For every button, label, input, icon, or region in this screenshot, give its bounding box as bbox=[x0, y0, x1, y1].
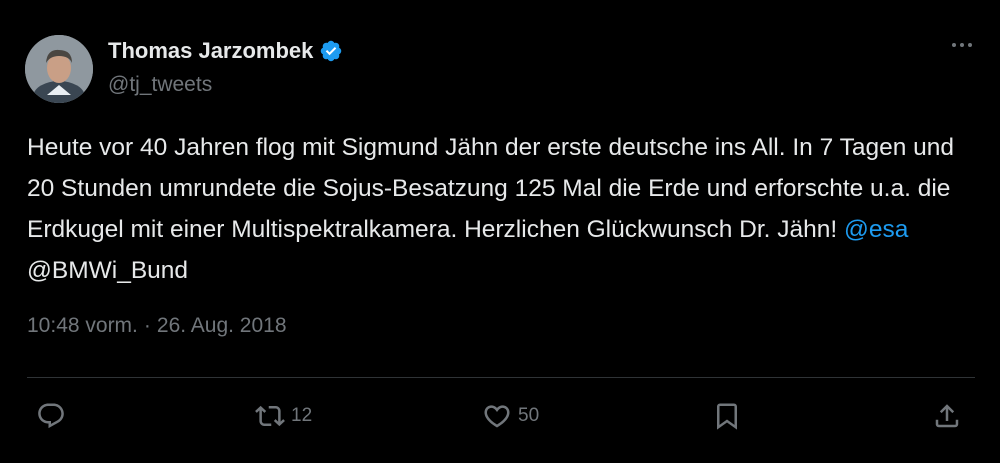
tweet-text-segment: @BMWi_Bund bbox=[27, 257, 189, 284]
like-button[interactable]: 50 bbox=[482, 392, 539, 440]
share-button[interactable] bbox=[932, 392, 962, 440]
tweet-time[interactable]: 10:48 vorm. bbox=[27, 314, 138, 338]
action-bar: 12 50 bbox=[27, 392, 975, 440]
retweet-button[interactable]: 12 bbox=[255, 392, 312, 440]
verified-badge-icon bbox=[319, 39, 343, 63]
tweet-card: Thomas Jarzombek @tj_tweets Heute vor 40… bbox=[0, 0, 1000, 463]
retweet-count: 12 bbox=[291, 405, 313, 426]
bookmark-icon bbox=[712, 401, 742, 431]
reply-button[interactable] bbox=[36, 392, 66, 440]
author-name-row: Thomas Jarzombek bbox=[108, 38, 343, 64]
tweet-text: Heute vor 40 Jahren flog mit Sigmund Jäh… bbox=[27, 127, 967, 291]
tweet-text-segment: Heute vor 40 Jahren flog mit Sigmund Jäh… bbox=[27, 134, 955, 243]
retweet-icon bbox=[255, 401, 285, 431]
timestamp-separator: · bbox=[143, 314, 151, 337]
reply-icon bbox=[36, 401, 66, 431]
avatar-photo-icon bbox=[25, 35, 93, 103]
author-handle[interactable]: @tj_tweets bbox=[108, 73, 212, 97]
mention-link[interactable]: @esa bbox=[844, 216, 908, 243]
tweet-date[interactable]: 26. Aug. 2018 bbox=[157, 314, 287, 338]
tweet-timestamp: 10:48 vorm. · 26. Aug. 2018 bbox=[27, 314, 287, 338]
like-count: 50 bbox=[518, 405, 540, 426]
heart-icon bbox=[482, 401, 512, 431]
more-options-icon[interactable] bbox=[952, 43, 972, 47]
divider bbox=[27, 377, 975, 378]
author-name[interactable]: Thomas Jarzombek bbox=[108, 38, 313, 64]
bookmark-button[interactable] bbox=[712, 392, 742, 440]
avatar[interactable] bbox=[25, 35, 93, 103]
share-icon bbox=[932, 401, 962, 431]
